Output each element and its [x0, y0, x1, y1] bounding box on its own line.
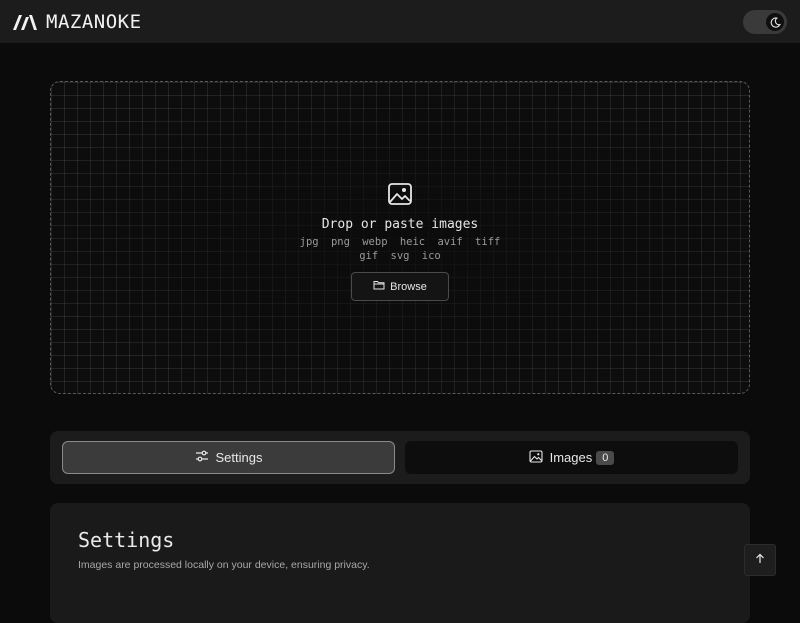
- formats-line-1: jpg png webp heic avif tiff: [299, 236, 501, 248]
- view-tabs: Settings Images 0: [50, 431, 750, 484]
- dropzone-content: Drop or paste images jpg png webp heic a…: [51, 182, 749, 301]
- folder-icon: [373, 280, 390, 293]
- arrow-up-icon: [755, 551, 765, 569]
- privacy-note: Images are processed locally on your dev…: [78, 559, 370, 571]
- image-icon: [387, 182, 413, 211]
- tab-settings[interactable]: Settings: [62, 441, 395, 474]
- browse-button[interactable]: Browse: [351, 272, 449, 301]
- dropzone-title: Drop or paste images: [321, 217, 479, 232]
- mazanoke-logo-icon: [12, 13, 38, 31]
- moon-icon: [766, 13, 784, 31]
- formats-line-2: gif svg ico: [359, 250, 441, 262]
- settings-panel: Settings Images are processed locally on…: [50, 503, 750, 623]
- image-dropzone[interactable]: Drop or paste images jpg png webp heic a…: [50, 81, 750, 394]
- scroll-to-top-button[interactable]: [744, 544, 776, 576]
- app-name: MAZANOKE: [46, 10, 142, 33]
- image-icon: [529, 449, 550, 466]
- images-count-badge: 0: [596, 450, 615, 465]
- brand[interactable]: MAZANOKE: [12, 11, 142, 33]
- top-bar: MAZANOKE: [0, 0, 800, 43]
- supported-formats: jpg png webp heic avif tiff gif svg ico: [290, 235, 510, 263]
- settings-heading: Settings: [78, 528, 175, 552]
- tab-images[interactable]: Images 0: [405, 441, 738, 474]
- sliders-icon: [195, 450, 216, 465]
- browse-label: Browse: [390, 280, 427, 293]
- tab-images-label: Images: [549, 450, 593, 465]
- theme-toggle[interactable]: [743, 10, 787, 34]
- tab-settings-label: Settings: [215, 450, 263, 465]
